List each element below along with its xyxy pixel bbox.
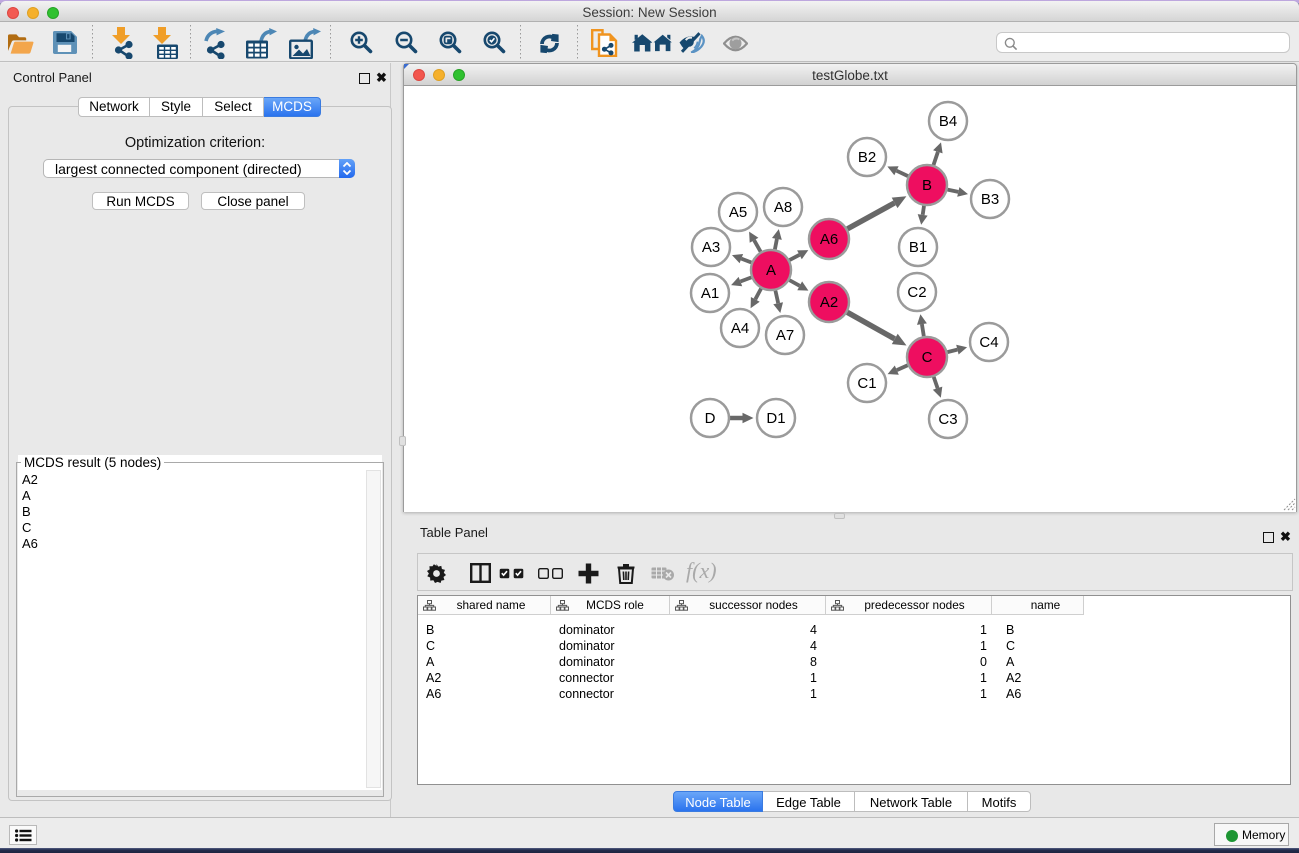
svg-text:B: B	[922, 177, 932, 194]
svg-text:C1: C1	[857, 375, 876, 392]
svg-text:B1: B1	[909, 239, 927, 256]
svg-text:A: A	[766, 262, 776, 279]
svg-text:A6: A6	[820, 231, 838, 248]
svg-text:B4: B4	[939, 113, 957, 130]
svg-text:A5: A5	[729, 204, 747, 221]
svg-text:A7: A7	[776, 327, 794, 344]
svg-text:D: D	[705, 410, 716, 427]
svg-text:B3: B3	[981, 191, 999, 208]
svg-text:A3: A3	[702, 239, 720, 256]
svg-text:A2: A2	[820, 294, 838, 311]
svg-text:D1: D1	[766, 410, 785, 427]
svg-text:C2: C2	[907, 284, 926, 301]
svg-text:A4: A4	[731, 320, 749, 337]
svg-text:A1: A1	[701, 285, 719, 302]
svg-text:B2: B2	[858, 149, 876, 166]
svg-text:C: C	[922, 349, 933, 366]
svg-text:C3: C3	[938, 411, 957, 428]
svg-text:C4: C4	[979, 334, 998, 351]
svg-text:A8: A8	[774, 199, 792, 216]
